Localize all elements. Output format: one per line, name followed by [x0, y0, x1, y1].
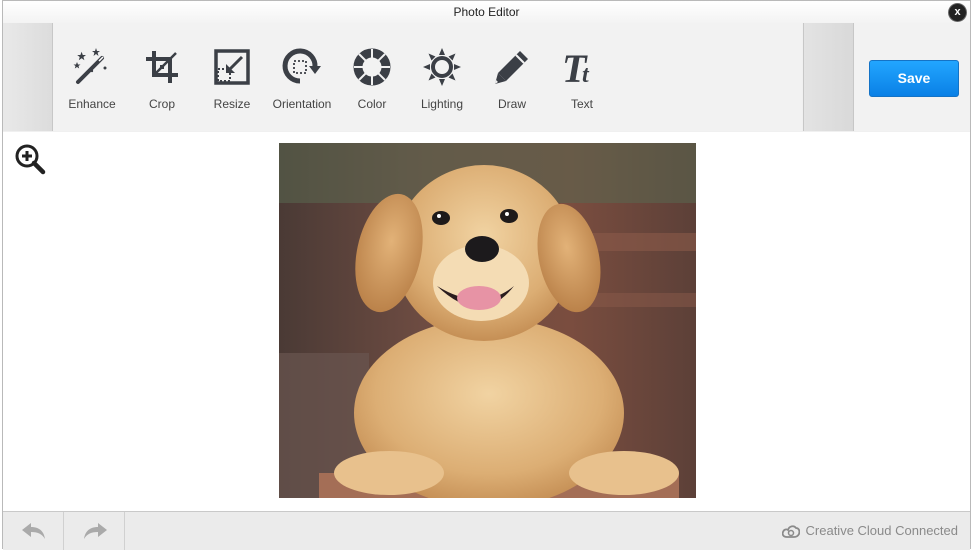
close-icon: x — [954, 6, 961, 18]
tool-list: Enhance Crop Resize Orientation Color Li… — [53, 23, 802, 131]
undo-button[interactable] — [3, 512, 64, 550]
redo-icon — [84, 523, 107, 539]
tool-label: Crop — [148, 97, 175, 111]
zoom-button[interactable] — [14, 143, 46, 175]
tool-label: Color — [357, 97, 387, 111]
tool-label: Enhance — [68, 97, 116, 111]
rotate-icon — [282, 48, 321, 84]
photo-editor-window: Photo Editor x Enhance Crop Resize Orien… — [2, 0, 971, 550]
crop-icon — [146, 51, 178, 83]
tool-text[interactable]: T t Text — [547, 47, 617, 117]
resize-icon — [214, 49, 250, 85]
photo-preview[interactable] — [279, 143, 696, 498]
save-area: Save — [854, 23, 970, 131]
creative-cloud-icon — [781, 525, 800, 538]
bottom-bar: Creative Cloud Connected — [3, 511, 970, 550]
tool-label: Text — [570, 97, 593, 111]
tool-label: Lighting — [420, 97, 464, 111]
undo-icon — [22, 523, 45, 539]
pencil-icon — [495, 51, 528, 84]
tool-draw[interactable]: Draw — [477, 47, 547, 117]
window-title: Photo Editor — [453, 5, 520, 19]
tool-orientation[interactable]: Orientation — [267, 47, 337, 117]
tool-label: Orientation — [272, 97, 332, 111]
text-icon: T t — [562, 47, 590, 87]
magic-wand-icon — [73, 48, 107, 84]
tool-enhance[interactable]: Enhance — [57, 47, 127, 117]
tool-color[interactable]: Color — [337, 47, 407, 117]
title-bar: Photo Editor x — [3, 1, 970, 24]
color-wheel-icon — [353, 48, 391, 86]
close-button[interactable]: x — [949, 4, 966, 21]
canvas-area — [3, 132, 970, 511]
toolbar-left-panel — [3, 23, 53, 131]
save-button[interactable]: Save — [869, 60, 959, 97]
sun-icon — [423, 48, 461, 86]
tool-resize[interactable]: Resize — [197, 47, 267, 117]
svg-text:t: t — [582, 62, 590, 87]
creative-cloud-status: Creative Cloud Connected — [781, 523, 958, 538]
status-text: Creative Cloud Connected — [805, 523, 958, 538]
zoom-in-icon — [15, 144, 46, 175]
tool-label: Draw — [497, 97, 526, 111]
toolbar: Enhance Crop Resize Orientation Color Li… — [3, 23, 970, 133]
toolbar-right-panel — [803, 23, 854, 131]
redo-button[interactable] — [64, 512, 125, 550]
tool-crop[interactable]: Crop — [127, 47, 197, 117]
tool-label: Resize — [213, 97, 251, 111]
tool-lighting[interactable]: Lighting — [407, 47, 477, 117]
